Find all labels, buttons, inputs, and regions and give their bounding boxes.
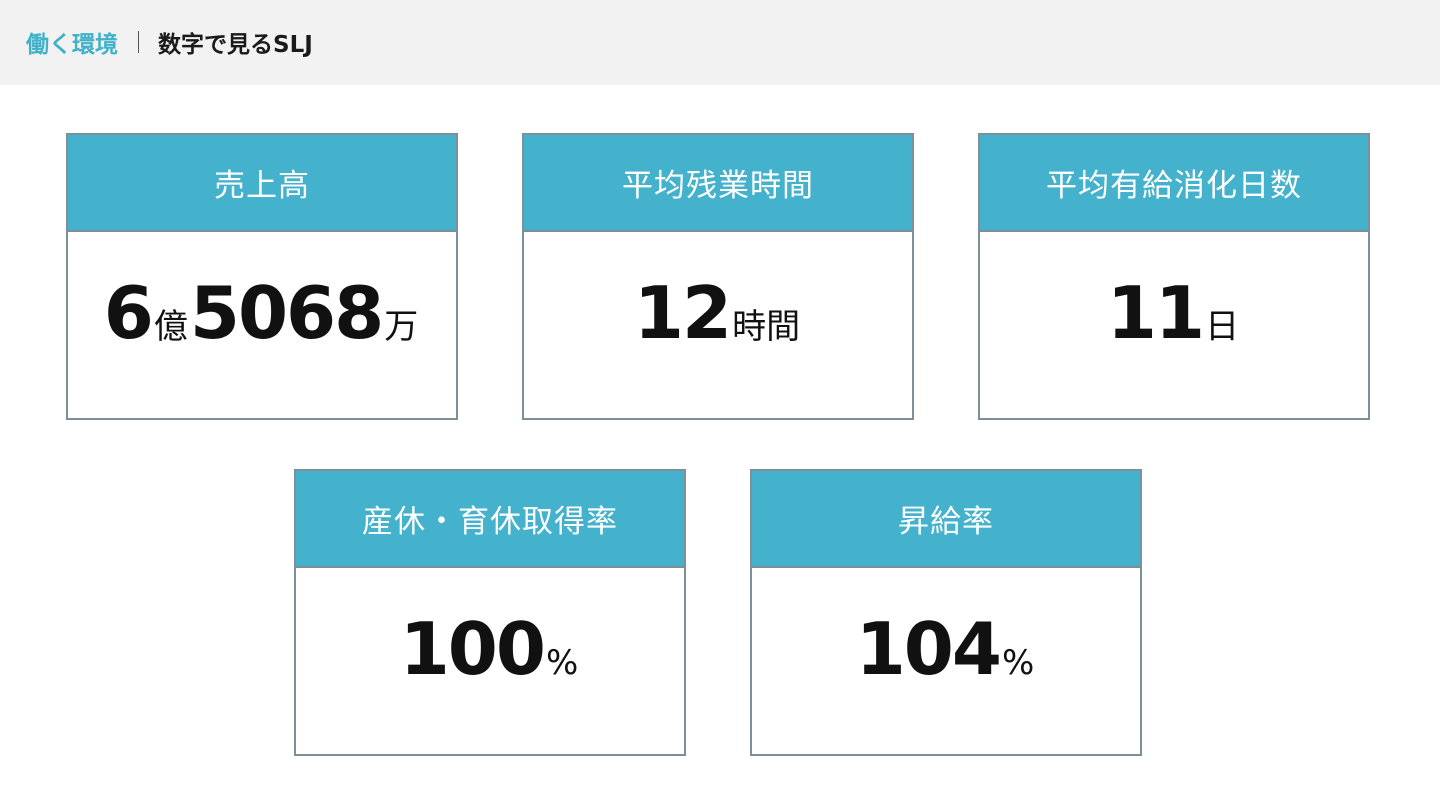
stat-value: 11 日: [1106, 271, 1241, 355]
page-header: 働く環境 数字で見るSLJ: [0, 0, 1440, 85]
stat-value: 12 時間: [633, 271, 802, 355]
stat-card-label: 昇給率: [898, 504, 994, 540]
stat-card-label: 産休・育休取得率: [362, 504, 618, 540]
stat-unit: 日: [1205, 307, 1240, 347]
stat-card-header: 産休・育休取得率: [296, 471, 684, 568]
stat-value: 100 %: [399, 607, 581, 691]
stat-unit: 時間: [732, 307, 801, 347]
stat-card-raise-rate: 昇給率 104 %: [750, 469, 1142, 756]
stat-value: 104 %: [855, 607, 1037, 691]
stat-card-header: 昇給率: [752, 471, 1140, 568]
stat-number: 104: [855, 607, 1002, 691]
stat-card-body: 11 日: [980, 232, 1368, 418]
stat-number: 100: [399, 607, 546, 691]
stat-unit: 万: [384, 307, 419, 347]
stat-unit: 億: [153, 307, 188, 347]
stat-card-body: 12 時間: [524, 232, 912, 418]
stat-card-header: 売上高: [68, 135, 456, 232]
stat-number: 6: [103, 271, 154, 355]
stat-card-overtime: 平均残業時間 12 時間: [522, 133, 914, 420]
stat-card-paid-leave: 平均有給消化日数 11 日: [978, 133, 1370, 420]
stat-card-body: 104 %: [752, 568, 1140, 754]
stat-card-body: 6 億 5068 万: [68, 232, 456, 418]
breadcrumb-divider: [138, 31, 139, 53]
stat-number: 5068: [189, 271, 384, 355]
stat-card-label: 平均有給消化日数: [1046, 168, 1302, 204]
stat-card-header: 平均残業時間: [524, 135, 912, 232]
stat-card-label: 平均残業時間: [622, 168, 814, 204]
stat-card-parental-leave: 産休・育休取得率 100 %: [294, 469, 686, 756]
stat-card-sales: 売上高 6 億 5068 万: [66, 133, 458, 420]
stat-unit: %: [1001, 643, 1035, 683]
breadcrumb-section[interactable]: 働く環境: [26, 25, 118, 59]
page-title: 数字で見るSLJ: [158, 32, 313, 58]
breadcrumb: 働く環境 数字で見るSLJ: [26, 24, 313, 60]
stat-card-label: 売上高: [214, 168, 310, 204]
stat-number: 11: [1106, 271, 1205, 355]
stat-unit: %: [545, 643, 579, 683]
stat-number: 12: [633, 271, 732, 355]
stat-card-header: 平均有給消化日数: [980, 135, 1368, 232]
stat-value: 6 億 5068 万: [103, 271, 421, 355]
stat-card-body: 100 %: [296, 568, 684, 754]
